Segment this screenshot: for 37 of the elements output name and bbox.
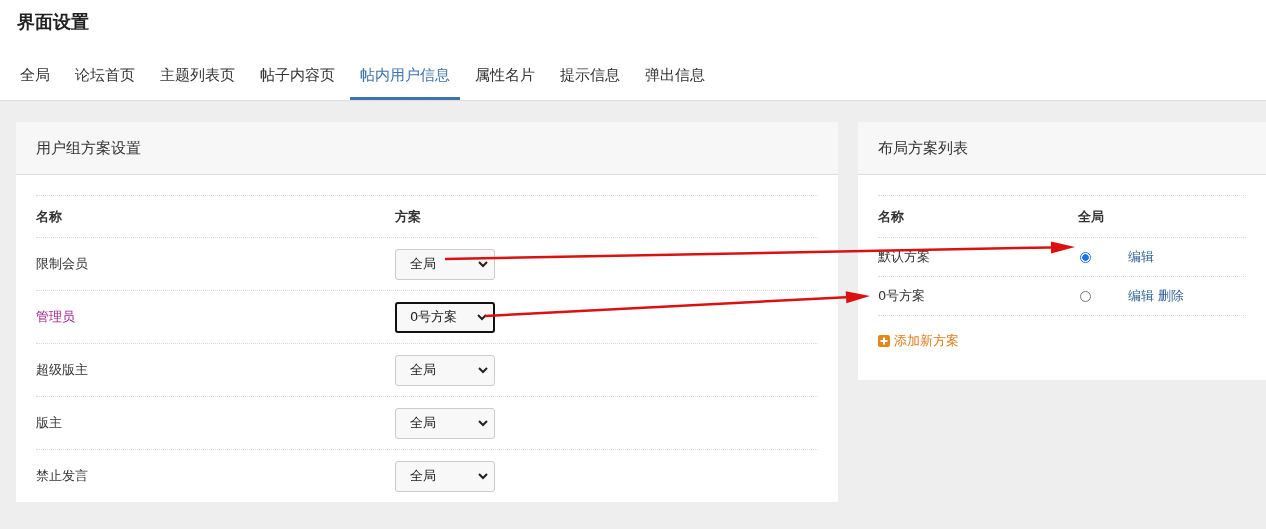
scheme-name: 默认方案: [878, 248, 931, 266]
action-link[interactable]: 编辑: [1128, 249, 1154, 264]
column-header: 名称: [36, 207, 63, 226]
column-header: 全局: [1078, 207, 1104, 226]
scheme-dropdown[interactable]: 全局: [395, 354, 495, 386]
chevron-down-icon: [478, 366, 488, 374]
chevron-down-icon: [477, 313, 487, 321]
tab[interactable]: 全局: [10, 65, 60, 100]
tab[interactable]: 主题列表页: [150, 65, 245, 100]
scheme-name: 0号方案: [878, 287, 927, 305]
group-name: 版主: [36, 415, 62, 430]
action-link[interactable]: 编辑: [1128, 288, 1154, 303]
panel-title: 用户组方案设置: [16, 122, 838, 175]
scheme-dropdown[interactable]: 0号方案: [395, 301, 495, 333]
tab[interactable]: 论坛首页: [65, 65, 145, 100]
tab[interactable]: 帖内用户信息: [350, 65, 460, 100]
scheme-dropdown[interactable]: 全局: [395, 248, 495, 280]
plus-icon: [878, 335, 890, 347]
action-link[interactable]: 删除: [1158, 288, 1184, 303]
group-name: 管理员: [36, 309, 75, 324]
chevron-down-icon: [478, 260, 488, 268]
page-title: 界面设置: [16, 10, 90, 34]
group-name: 超级版主: [36, 362, 88, 377]
chevron-down-icon: [478, 419, 488, 427]
column-header: 名称: [878, 207, 905, 226]
panel-title: 布局方案列表: [858, 122, 1266, 175]
tab[interactable]: 帖子内容页: [250, 65, 345, 100]
group-name: 禁止发言: [36, 468, 88, 483]
tab[interactable]: 弹出信息: [635, 65, 715, 100]
column-header: 方案: [395, 207, 421, 226]
tab[interactable]: 提示信息: [550, 65, 630, 100]
radio-button[interactable]: [1080, 251, 1091, 263]
chevron-down-icon: [478, 472, 488, 480]
scheme-dropdown[interactable]: 全局: [395, 460, 495, 492]
group-name: 限制会员: [36, 256, 88, 271]
tab[interactable]: 属性名片: [465, 65, 545, 100]
scheme-dropdown[interactable]: 全局: [395, 407, 495, 439]
